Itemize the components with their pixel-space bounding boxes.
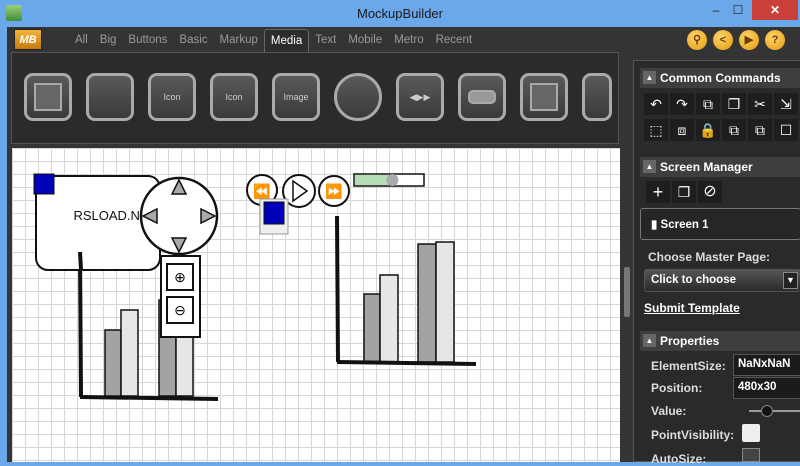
design-canvas[interactable]: RSLOAD.NET ⊕ ⊖ ⏪ ⏩ [12,148,620,462]
tab-basic[interactable]: Basic [173,29,213,53]
palette-navigator[interactable] [334,73,382,121]
tab-markup[interactable]: Markup [214,29,264,53]
properties-header[interactable]: ▲ Properties [640,331,800,351]
position-label: Position: [651,381,703,395]
search-icon[interactable]: ⚲ [687,30,707,50]
copy-icon[interactable]: ⧉ [696,93,720,115]
tab-mobile[interactable]: Mobile [342,29,388,53]
chevron-down-icon[interactable]: ▼ [783,272,798,289]
chevron-up-icon[interactable]: ▲ [643,71,656,84]
master-page-select[interactable]: Click to choose ▼ [644,269,800,292]
fast-forward-icon: ⏩ [325,183,342,200]
send-backward-icon[interactable]: ⧉ [748,119,772,141]
paste-icon[interactable]: ❐ [722,93,746,115]
tab-all[interactable]: All [69,29,94,53]
chart-bar [363,293,381,363]
image-label: Image [283,92,309,102]
logo: MB [14,29,42,50]
icon-label: Icon [163,92,181,102]
bring-forward-icon[interactable]: ⧉ [722,119,746,141]
palette-vslider[interactable] [582,73,612,121]
point-visibility-checkbox[interactable] [742,424,760,442]
palette-video-player[interactable] [24,73,72,121]
submit-template-link[interactable]: Submit Template [644,301,740,315]
palette-media-controls[interactable]: ◀▶▶ [396,73,444,121]
maximize-button[interactable]: ☐ [728,0,748,20]
chart-bar [120,309,139,397]
screen-list-item[interactable]: ▮ Screen 1 [640,208,800,240]
palette-map[interactable] [520,73,568,121]
lock-icon[interactable]: 🔒 [696,119,720,141]
app-window: MB All Big Buttons Basic Markup Media Te… [7,27,800,466]
component-palette: Icon Icon Image ◀▶▶ [11,52,619,166]
undo-icon[interactable]: ↶ [644,93,668,115]
chart-bar [104,329,122,397]
page-icon: ▮ [651,219,661,231]
icon-text-label: Icon [225,92,243,102]
send-to-back-icon[interactable]: ☐ [774,119,798,141]
share-icon[interactable]: < [713,30,733,50]
palette-icon-text[interactable]: Icon [210,73,258,121]
ungroup-icon[interactable]: ⧈ [670,119,694,141]
position-field[interactable]: 480x30 [733,377,800,399]
title-bar: MockupBuilder ‒ ☐ ✕ [0,0,800,27]
value-slider-knob[interactable] [761,405,773,417]
delete-screen-icon[interactable]: ⊘ [698,181,722,203]
chart-bar [417,243,437,363]
zoom-in-icon: ⊕ [174,269,186,285]
chart-bar [435,241,455,363]
chevron-up-icon[interactable]: ▲ [643,334,656,347]
category-tabs: All Big Buttons Basic Markup Media Text … [69,29,478,53]
point-visibility-label: PointVisibility: [651,428,735,442]
auto-size-label: AutoSize: [651,452,707,466]
auto-size-checkbox[interactable] [742,448,760,462]
chart-y-axis [78,251,83,398]
palette-slider[interactable] [86,73,134,121]
zoom-out-icon: ⊖ [174,302,186,318]
chevron-up-icon[interactable]: ▲ [643,160,656,173]
panel-collapse-handle[interactable] [624,267,630,317]
common-commands-header[interactable]: ▲ Common Commands [640,68,800,88]
redo-icon[interactable]: ↷ [670,93,694,115]
export-icon[interactable]: ⇲ [774,93,798,115]
tab-metro[interactable]: Metro [388,29,429,53]
rewind-icon: ⏪ [253,183,270,200]
tab-recent[interactable]: Recent [430,29,478,53]
cut-icon[interactable]: ✂ [748,93,772,115]
element-size-label: ElementSize: [651,359,726,373]
tab-media[interactable]: Media [263,29,310,53]
value-label: Value: [651,404,687,418]
help-icon[interactable]: ? [765,30,785,50]
group-icon[interactable]: ⬚ [644,119,668,141]
marker-blue [33,173,55,195]
chart-x-axis [336,360,477,366]
window-title: MockupBuilder [357,6,443,21]
screen-manager-header[interactable]: ▲ Screen Manager [640,157,800,177]
value-slider[interactable] [749,410,800,412]
element-size-field[interactable]: NaNxNaN [733,354,800,376]
tab-text[interactable]: Text [309,29,342,53]
side-panel: ▲ Common Commands ↶ ↷ ⧉ ❐ ✂ ⇲ ⬚ ⧈ 🔒 ⧉ ⧉ ☐… [633,60,800,466]
palette-image[interactable]: Image [272,73,320,121]
palette-button[interactable] [458,73,506,121]
tab-buttons[interactable]: Buttons [122,29,173,53]
chart-bar [379,274,399,363]
tab-big[interactable]: Big [94,29,123,53]
add-screen-icon[interactable]: + [646,181,670,203]
chart-x-axis [79,395,219,401]
canvas-drawing: RSLOAD.NET ⊕ ⊖ ⏪ ⏩ [33,173,477,401]
palette-icon[interactable]: Icon [148,73,196,121]
close-button[interactable]: ✕ [752,0,798,20]
play-icon[interactable]: ▶ [739,30,759,50]
duplicate-screen-icon[interactable]: ❐ [672,181,696,203]
chart-2 [335,215,477,366]
progress-knob [386,174,399,186]
minimize-button[interactable]: ‒ [706,0,726,20]
chart-y-axis [335,215,340,363]
master-page-label: Choose Master Page: [648,250,771,264]
